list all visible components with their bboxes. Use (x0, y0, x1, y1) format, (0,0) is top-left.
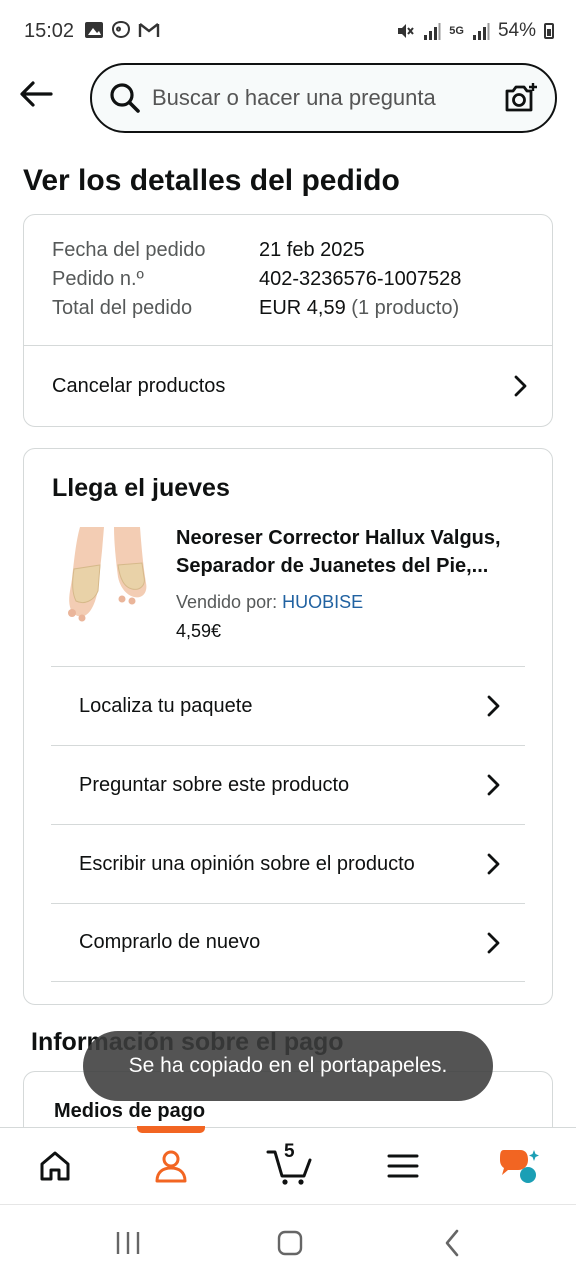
recent-apps-button[interactable] (108, 1227, 148, 1259)
app-notification-icon (111, 20, 131, 39)
order-total-value: EUR 4,59 (1 producto) (259, 297, 459, 326)
nav-account[interactable] (146, 1144, 196, 1188)
mute-icon (398, 24, 415, 38)
order-total-amount: EUR 4,59 (259, 297, 346, 319)
camera-search-icon[interactable] (503, 80, 539, 116)
order-summary-rows: Fecha del pedido 21 feb 2025 Pedido n.º … (52, 239, 461, 326)
order-date-label: Fecha del pedido (52, 239, 206, 261)
order-date-row: Fecha del pedido 21 feb 2025 (52, 239, 461, 268)
nav-rufus-assistant[interactable] (494, 1144, 544, 1188)
page-title: Ver los detalles del pedido (23, 164, 400, 197)
product-image[interactable] (60, 521, 152, 625)
gallery-notification-icon (85, 22, 103, 38)
write-review-label: Escribir una opinión sobre el producto (79, 852, 415, 875)
order-total-label: Total del pedido (52, 297, 193, 319)
write-review-button[interactable]: Escribir una opinión sobre el producto (51, 824, 525, 903)
order-number-value[interactable]: 402-3236576-1007528 (259, 268, 461, 297)
back-system-button[interactable] (432, 1227, 472, 1259)
home-system-button[interactable] (270, 1227, 310, 1259)
signal-icon-secondary (472, 23, 490, 40)
cart-count-badge: 5 (284, 1141, 295, 1162)
bottom-nav: 5 (0, 1126, 576, 1204)
network-type: 5G (449, 25, 464, 37)
cancel-products-label: Cancelar productos (52, 374, 226, 397)
order-number-row: Pedido n.º 402-3236576-1007528 (52, 268, 461, 297)
buy-again-label: Comprarlo de nuevo (79, 931, 261, 953)
chevron-right-icon (487, 774, 500, 796)
product-seller: Vendido por: HUOBISE (176, 592, 363, 613)
person-icon (155, 1150, 187, 1183)
toast-message: Se ha copiado en el portapapeles. (83, 1031, 493, 1101)
system-navigation-bar (0, 1204, 576, 1280)
seller-link[interactable]: HUOBISE (282, 592, 363, 612)
chevron-right-icon (487, 932, 500, 953)
nav-menu[interactable] (378, 1144, 428, 1188)
battery-icon (544, 23, 554, 39)
gmail-notification-icon (138, 23, 160, 37)
status-time: 15:02 (24, 20, 75, 42)
assistant-chat-icon (500, 1150, 539, 1183)
home-icon (40, 1151, 70, 1181)
cancel-products-button[interactable]: Cancelar productos (24, 346, 552, 426)
delivery-title: Llega el jueves (52, 474, 230, 502)
order-number-label: Pedido n.º (52, 268, 144, 290)
payment-methods-label: Medios de pago (54, 1100, 206, 1122)
search-input[interactable]: Buscar o hacer una pregunta (90, 63, 557, 133)
product-price: 4,59€ (176, 621, 222, 641)
product-title[interactable]: Neoreser Corrector Hallux Valgus, Separa… (176, 524, 536, 580)
seller-prefix: Vendido por: (176, 592, 278, 612)
order-total-count: (1 producto) (351, 297, 460, 319)
delivery-actions-list: Localiza tu paquete Preguntar sobre este… (51, 666, 525, 982)
nav-home[interactable] (30, 1144, 80, 1188)
order-date-value: 21 feb 2025 (259, 239, 365, 261)
status-bar: 15:02 5G 54% (0, 0, 576, 64)
back-button[interactable] (16, 74, 56, 114)
battery-percentage: 54% (497, 20, 536, 41)
home-square-icon (277, 1230, 303, 1256)
ask-product-question-label: Preguntar sobre este producto (79, 773, 350, 796)
system-status-icons: 5G 54% (395, 20, 554, 42)
notification-icons (84, 20, 160, 40)
nav-cart[interactable]: 5 (262, 1141, 318, 1188)
hamburger-menu-icon (387, 1154, 419, 1178)
chevron-right-icon (514, 375, 527, 397)
track-package-button[interactable]: Localiza tu paquete (51, 666, 525, 745)
order-total-row: Total del pedido EUR 4,59 (1 producto) (52, 297, 461, 326)
chevron-right-icon (487, 695, 500, 717)
recent-apps-icon (116, 1232, 140, 1254)
chevron-right-icon (487, 853, 500, 875)
search-placeholder: Buscar o hacer una pregunta (152, 85, 436, 110)
chevron-left-icon (445, 1229, 459, 1257)
delivery-card: Llega el jueves Neoreser Corrector Hallu… (23, 448, 553, 1005)
track-package-label: Localiza tu paquete (79, 694, 253, 717)
active-tab-indicator (137, 1126, 205, 1133)
order-summary-card: Fecha del pedido 21 feb 2025 Pedido n.º … (23, 214, 553, 427)
arrow-left-icon (20, 81, 53, 107)
buy-again-button[interactable]: Comprarlo de nuevo (51, 903, 525, 982)
signal-icon (424, 23, 441, 40)
search-icon (110, 83, 140, 113)
ask-product-question-button[interactable]: Preguntar sobre este producto (51, 745, 525, 824)
